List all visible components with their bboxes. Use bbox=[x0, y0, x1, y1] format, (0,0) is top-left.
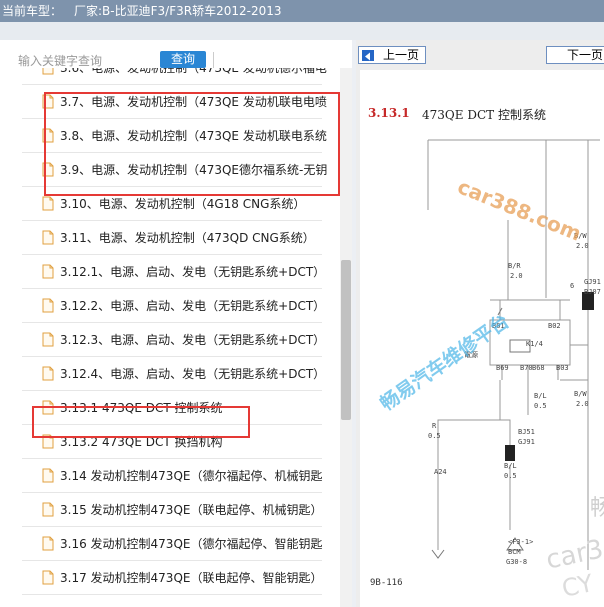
arrow-left-icon bbox=[362, 50, 374, 61]
page-number: 9B-116 bbox=[370, 578, 403, 588]
wiring-schematic bbox=[427, 139, 600, 570]
schematic-label: B/W bbox=[574, 390, 587, 398]
prev-page-button[interactable]: 上一页 bbox=[358, 46, 426, 64]
schematic-label: 2.0 bbox=[576, 400, 589, 408]
list-item[interactable]: 3.12.1、电源、启动、发电（无钥匙系统+DCT） bbox=[22, 255, 326, 289]
document-icon bbox=[42, 366, 54, 381]
schematic-label: 6 bbox=[570, 282, 575, 290]
document-icon bbox=[42, 264, 54, 279]
schematic-label: <F3-1> bbox=[508, 538, 534, 546]
schematic-label: K1/4 bbox=[526, 340, 543, 348]
app-window: 当前车型： 厂家:B-比亚迪F3/F3R轿车2012-2013 查询 3.6、电源… bbox=[0, 0, 604, 607]
schematic-label: B/L bbox=[534, 392, 547, 400]
document-icon bbox=[42, 68, 54, 75]
next-page-label: 下一页 bbox=[566, 48, 603, 62]
schematic-label: 0.5 bbox=[428, 432, 441, 440]
schematic-label: 2.0 bbox=[510, 272, 523, 280]
schematic-label: B02 bbox=[548, 322, 561, 330]
list-item[interactable]: 3.14 发动机控制473QE（德尔福起停、机械钥匙 bbox=[22, 459, 322, 493]
schematic-label: B69 bbox=[496, 364, 509, 372]
list-item[interactable]: 3.13.1 473QE DCT 控制系统 bbox=[22, 391, 322, 425]
list-item[interactable]: 3.7、电源、发动机控制（473QE 发动机联电电喷 bbox=[22, 85, 327, 119]
document-icon bbox=[42, 196, 54, 211]
list-item[interactable]: 3.11、电源、发动机控制（473QD CNG系统） bbox=[22, 221, 322, 255]
scroll-thumb[interactable] bbox=[341, 260, 351, 420]
next-page-button[interactable]: 下一页 bbox=[546, 46, 604, 64]
search-divider bbox=[213, 52, 214, 68]
list-item[interactable]: 3.16 发动机控制473QE（德尔福起停、智能钥匙 bbox=[22, 527, 322, 561]
list-item[interactable]: 3.13.2 473QE DCT 换挡机构 bbox=[22, 425, 322, 459]
document-icon bbox=[42, 332, 54, 347]
document-icon bbox=[42, 570, 54, 585]
page-nav: 上一页 下一页 bbox=[356, 46, 604, 64]
schematic-label: BJ51 bbox=[518, 428, 535, 436]
schematic-label: B/L bbox=[504, 462, 517, 470]
list-item-label: 3.16 发动机控制473QE（德尔福起停、智能钥匙 bbox=[60, 537, 323, 551]
schematic-label: R bbox=[432, 422, 437, 430]
schematic-label: B70 bbox=[520, 364, 533, 372]
schematic-label: BJ07 bbox=[584, 288, 601, 296]
list-item-label: 3.17 发动机控制473QE（联电起停、智能钥匙） bbox=[60, 571, 323, 585]
document-icon bbox=[42, 502, 54, 517]
document-icon bbox=[42, 468, 54, 483]
list-item-label: 3.14 发动机控制473QE（德尔福起停、机械钥匙 bbox=[60, 469, 323, 483]
document-icon bbox=[42, 230, 54, 245]
list-item[interactable]: 3.17 发动机控制473QE（联电起停、智能钥匙） bbox=[22, 561, 322, 595]
document-icon bbox=[42, 298, 54, 313]
list-item-label: 3.12.1、电源、启动、发电（无钥匙系统+DCT） bbox=[60, 265, 326, 279]
schematic-label: GJ91 bbox=[518, 438, 535, 446]
list-scrollbar[interactable] bbox=[340, 68, 352, 607]
document-icon bbox=[42, 536, 54, 551]
list-item-label: 3.13.2 473QE DCT 换挡机构 bbox=[60, 435, 223, 449]
model-label: 当前车型： bbox=[2, 4, 63, 18]
list-item-label: 3.12.2、电源、启动、发电（无钥匙系统+DCT） bbox=[60, 299, 326, 313]
list-item-label: 3.7、电源、发动机控制（473QE 发动机联电电喷 bbox=[60, 95, 327, 109]
search-button[interactable]: 查询 bbox=[160, 51, 206, 68]
list-item-label: 3.9、电源、发动机控制（473QE德尔福系统-无钥 bbox=[60, 163, 328, 177]
list-item[interactable]: 3.12.3、电源、启动、发电（无钥匙系统+DCT） bbox=[22, 323, 326, 357]
schematic-label: B68 bbox=[532, 364, 545, 372]
list-item[interactable]: 3.8、电源、发动机控制（473QE 发动机联电系统 bbox=[22, 119, 327, 153]
schematic-label: 2.0 bbox=[576, 242, 589, 250]
prev-page-label: 上一页 bbox=[382, 48, 419, 62]
schematic-label: B/W bbox=[574, 232, 587, 240]
header-bar: 当前车型： 厂家:B-比亚迪F3/F3R轿车2012-2013 bbox=[0, 0, 604, 22]
schematic-label: B01 bbox=[492, 322, 505, 330]
list-item[interactable]: 3.12.2、电源、启动、发电（无钥匙系统+DCT） bbox=[22, 289, 326, 323]
list-item-label: 3.15 发动机控制473QE（联电起停、机械钥匙） bbox=[60, 503, 323, 517]
schematic-label: G30-8 bbox=[506, 558, 528, 566]
list-item[interactable]: 3.6、电源、发动机控制（473QE 发动机德尔福电 bbox=[22, 68, 327, 85]
search-bar: 查询 bbox=[0, 40, 352, 70]
list-item-label: 3.12.3、电源、启动、发电（无钥匙系统+DCT） bbox=[60, 333, 326, 347]
catalog-list: 3.6、电源、发动机控制（473QE 发动机德尔福电 3.7、电源、发动机控制（4… bbox=[0, 68, 340, 607]
catalog-pane: 查询 3.6、电源、发动机控制（473QE 发动机德尔福电 3.7、电源、发动机控… bbox=[0, 40, 352, 607]
schematic-label: 電源 bbox=[464, 351, 478, 359]
list-item-label: 3.8、电源、发动机控制（473QE 发动机联电系统 bbox=[60, 129, 327, 143]
schematic-label: 0.5 bbox=[534, 402, 547, 410]
list-item[interactable]: 3.12.4、电源、启动、发电（无钥匙系统+DCT） bbox=[22, 357, 326, 391]
list-item-label: 3.6、电源、发动机控制（473QE 发动机德尔福电 bbox=[60, 68, 327, 75]
document-icon bbox=[42, 128, 54, 143]
schematic-label: 0.5 bbox=[504, 472, 517, 480]
document-icon bbox=[42, 162, 54, 177]
schematic-label: BCM bbox=[508, 548, 521, 556]
schematic-label: A24 bbox=[434, 468, 447, 476]
list-item-label: 3.11、电源、发动机控制（473QD CNG系统） bbox=[60, 231, 315, 245]
document-icon bbox=[42, 94, 54, 109]
list-item-label: 3.13.1 473QE DCT 控制系统 bbox=[60, 401, 223, 415]
schematic-label: B/R bbox=[508, 262, 521, 270]
list-item[interactable]: 3.15 发动机控制473QE（联电起停、机械钥匙） bbox=[22, 493, 322, 527]
list-item-label: 3.12.4、电源、启动、发电（无钥匙系统+DCT） bbox=[60, 367, 326, 381]
viewer-pane: 上一页 下一页 3.13.1 473QE DCT 控制系统 B/W 2.0 B/… bbox=[356, 40, 604, 607]
list-item[interactable]: 3.9、电源、发动机控制（473QE德尔福系统-无钥 bbox=[22, 153, 327, 187]
document-page: 3.13.1 473QE DCT 控制系统 B/W 2.0 B/R 2.0 6 … bbox=[360, 70, 604, 607]
document-icon bbox=[42, 400, 54, 415]
list-item-label: 3.10、电源、发动机控制（4G18 CNG系统） bbox=[60, 197, 306, 211]
schematic-label: B03 bbox=[556, 364, 569, 372]
list-item[interactable]: 3.10、电源、发动机控制（4G18 CNG系统） bbox=[22, 187, 322, 221]
schematic-label: GJ91 bbox=[584, 278, 601, 286]
model-value: 厂家:B-比亚迪F3/F3R轿车2012-2013 bbox=[74, 4, 282, 18]
document-icon bbox=[42, 434, 54, 449]
header-strip bbox=[0, 22, 604, 40]
